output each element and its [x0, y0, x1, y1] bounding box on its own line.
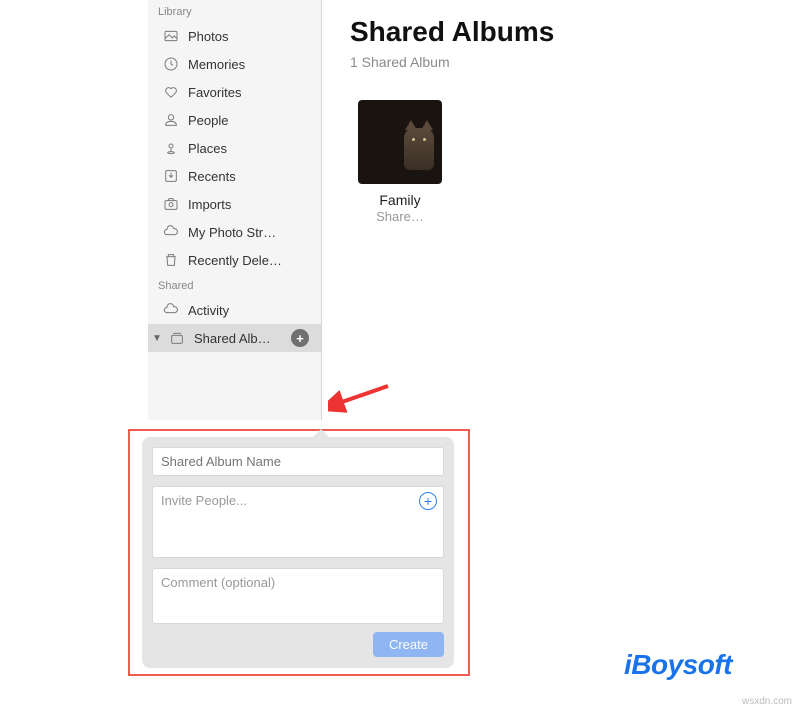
cloud-icon — [162, 301, 180, 319]
sidebar-item-recently-deleted[interactable]: Recently Dele… — [148, 246, 321, 274]
watermark-logo: iBoysoft — [624, 649, 732, 681]
sidebar-item-my-photo-stream[interactable]: My Photo Str… — [148, 218, 321, 246]
trash-icon — [162, 251, 180, 269]
new-shared-album-popover: Invite People... + Comment (optional) Cr… — [142, 437, 454, 668]
places-icon — [162, 139, 180, 157]
annotation-arrow — [328, 380, 398, 420]
sidebar-item-label: Places — [188, 141, 313, 156]
album-name: Family — [350, 192, 450, 208]
main-content: Shared Albums 1 Shared Album Family Shar… — [322, 0, 800, 234]
add-contact-button[interactable]: + — [419, 492, 437, 510]
favorites-icon — [162, 83, 180, 101]
album-thumbnail — [358, 100, 442, 184]
cloud-icon — [162, 223, 180, 241]
sidebar-item-shared-albums[interactable]: ▼ Shared Alb… + — [148, 324, 321, 352]
page-subtitle: 1 Shared Album — [350, 54, 790, 70]
annotation-highlight-box: Invite People... + Comment (optional) Cr… — [128, 429, 470, 676]
photos-icon — [162, 27, 180, 45]
sidebar-item-imports[interactable]: Imports — [148, 190, 321, 218]
sidebar-item-label: Imports — [188, 197, 313, 212]
page-title: Shared Albums — [350, 16, 790, 48]
create-button[interactable]: Create — [373, 632, 444, 657]
sidebar-item-label: Activity — [188, 303, 313, 318]
sidebar-section-shared-header: Shared — [148, 274, 321, 296]
sidebar-item-label: My Photo Str… — [188, 225, 313, 240]
sidebar-item-memories[interactable]: Memories — [148, 50, 321, 78]
sidebar-item-favorites[interactable]: Favorites — [148, 78, 321, 106]
sidebar-item-label: Memories — [188, 57, 313, 72]
sidebar-item-label: Recents — [188, 169, 313, 184]
imports-icon — [162, 195, 180, 213]
shared-album-name-input[interactable] — [152, 447, 444, 476]
add-shared-album-button[interactable]: + — [291, 329, 309, 347]
album-subtitle: Share… — [350, 209, 450, 224]
sidebar: Library Photos Memories Favorites People… — [148, 0, 322, 420]
sidebar-item-photos[interactable]: Photos — [148, 22, 321, 50]
album-stack-icon — [168, 329, 186, 347]
chevron-down-icon[interactable]: ▼ — [152, 333, 162, 344]
sidebar-item-label: Shared Alb… — [194, 331, 283, 346]
invite-placeholder-text: Invite People... — [161, 493, 247, 508]
people-icon — [162, 111, 180, 129]
sidebar-item-recents[interactable]: Recents — [148, 162, 321, 190]
recents-icon — [162, 167, 180, 185]
comment-input[interactable]: Comment (optional) — [152, 568, 444, 624]
memories-icon — [162, 55, 180, 73]
sidebar-item-label: People — [188, 113, 313, 128]
sidebar-item-people[interactable]: People — [148, 106, 321, 134]
sidebar-item-label: Photos — [188, 29, 313, 44]
sidebar-item-label: Favorites — [188, 85, 313, 100]
comment-placeholder-text: Comment (optional) — [161, 575, 275, 590]
sidebar-item-label: Recently Dele… — [188, 253, 313, 268]
shared-album-item[interactable]: Family Share… — [350, 100, 450, 224]
invite-people-input[interactable]: Invite People... + — [152, 486, 444, 558]
sidebar-section-library-header: Library — [148, 0, 321, 22]
sidebar-item-places[interactable]: Places — [148, 134, 321, 162]
sidebar-item-activity[interactable]: Activity — [148, 296, 321, 324]
watermark-site: wsxdn.com — [742, 696, 792, 707]
